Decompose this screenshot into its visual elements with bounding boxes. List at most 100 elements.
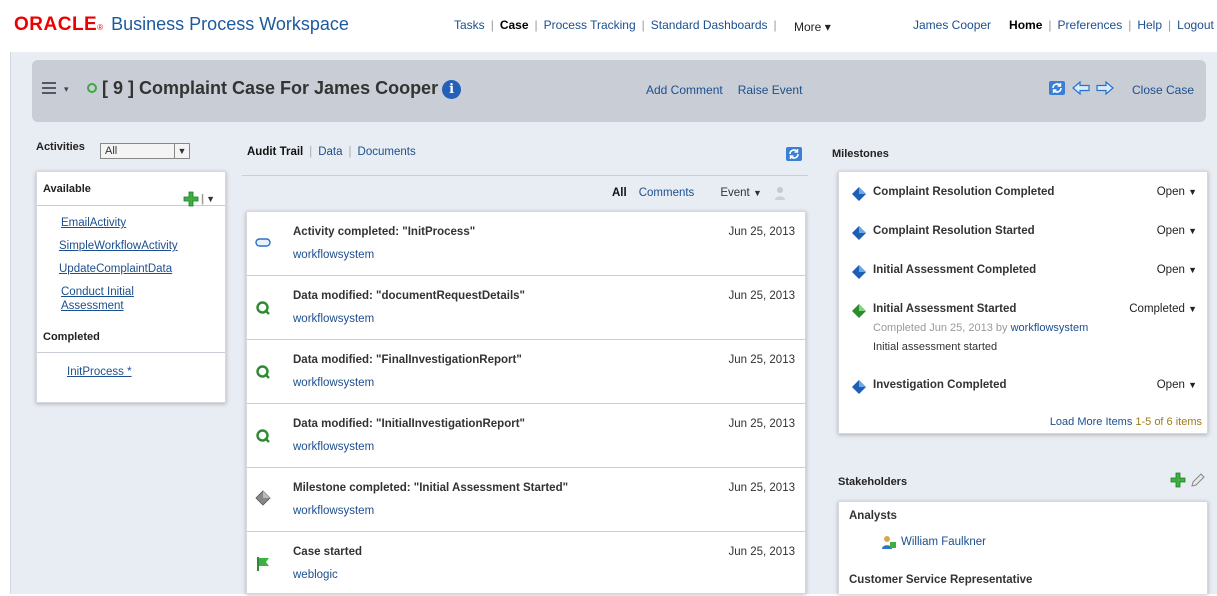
stakeholder-tools — [1170, 472, 1206, 488]
tab-documents[interactable]: Documents — [358, 146, 416, 158]
audit-row[interactable]: Activity completed: "InitProcess" workfl… — [247, 212, 805, 276]
milestone-row: Investigation Completed Open ▼ — [851, 379, 1197, 395]
menu-icon[interactable] — [42, 82, 56, 94]
milestone-status-dropdown[interactable]: Open ▼ — [1157, 186, 1197, 198]
case-title: [ 9 ] Complaint Case For James Cooper i — [102, 78, 462, 99]
audit-date: Jun 25, 2013 — [728, 482, 795, 494]
nav-logout[interactable]: Logout — [1177, 18, 1214, 32]
chevron-down-icon[interactable]: ▾ — [64, 84, 69, 95]
audit-user[interactable]: workflowsystem — [293, 505, 374, 517]
add-comment-link[interactable]: Add Comment — [646, 83, 723, 97]
user-name[interactable]: James Cooper — [913, 18, 991, 32]
audit-row[interactable]: Data modified: "FinalInvestigationReport… — [247, 340, 805, 404]
raise-event-link[interactable]: Raise Event — [738, 83, 803, 97]
audit-user[interactable]: workflowsystem — [293, 377, 374, 389]
activities-filter-select[interactable]: All ▼ — [100, 143, 190, 159]
audit-title: Case started — [293, 546, 363, 558]
oracle-logo: ORACLE — [14, 14, 98, 35]
data-modified-icon — [256, 365, 270, 379]
nav-standard-dashboards[interactable]: Standard Dashboards — [651, 18, 768, 32]
audit-user[interactable]: workflowsystem — [293, 441, 374, 453]
top-bar: ORACLE ® Business Process Workspace Tasks… — [0, 0, 1217, 52]
milestone-row: Initial Assessment Completed Open ▼ — [851, 264, 1197, 280]
close-case-link[interactable]: Close Case — [1132, 83, 1194, 97]
refresh-icon[interactable] — [785, 146, 803, 162]
milestone-status-dropdown[interactable]: Completed ▼ — [1129, 303, 1197, 315]
milestone-icon — [255, 490, 271, 506]
milestone-detail: Completed Jun 25, 2013 by workflowsystem — [873, 322, 1088, 334]
activities-panel: Available | ▼ EmailActivity SimpleWorkfl… — [36, 171, 226, 403]
audit-row[interactable]: Case started weblogic Jun 25, 2013 — [247, 532, 805, 596]
milestone-status: Open — [1156, 186, 1185, 198]
milestone-name: Initial Assessment Started — [873, 303, 1017, 315]
milestone-status: Completed — [1129, 303, 1185, 315]
arrow-right-icon[interactable] — [1096, 81, 1114, 95]
nav-process-tracking[interactable]: Process Tracking — [544, 18, 636, 32]
activity-email[interactable]: EmailActivity — [61, 216, 225, 230]
milestone-status: Open — [1156, 379, 1185, 391]
flag-icon — [257, 557, 269, 571]
filter-comments[interactable]: Comments — [639, 187, 695, 199]
nav-preferences[interactable]: Preferences — [1058, 18, 1123, 32]
user-filter-icon[interactable] — [774, 185, 788, 201]
app-title: Business Process Workspace — [111, 14, 349, 34]
chevron-down-icon: ▼ — [1188, 226, 1197, 236]
edit-icon[interactable] — [1190, 472, 1206, 488]
milestone-name: Investigation Completed — [873, 379, 1007, 391]
audit-title: Data modified: "InitialInvestigationRepo… — [293, 418, 525, 430]
audit-user[interactable]: weblogic — [293, 569, 338, 581]
data-modified-icon — [256, 429, 270, 443]
activity-simple-workflow[interactable]: SimpleWorkflowActivity — [59, 239, 225, 253]
stakeholder-group: Analysts — [849, 510, 897, 522]
audit-user[interactable]: workflowsystem — [293, 249, 374, 261]
milestone-status-dropdown[interactable]: Open ▼ — [1157, 225, 1197, 237]
milestones-panel: Complaint Resolution Completed Open ▼ Co… — [838, 171, 1208, 434]
filter-all[interactable]: All — [612, 187, 627, 199]
case-actions: Add Comment Raise Event — [646, 83, 802, 97]
available-header: Available | ▼ — [37, 172, 225, 207]
audit-trail-panel: Activity completed: "InitProcess" workfl… — [246, 211, 806, 594]
user-icon — [882, 536, 896, 549]
tab-data[interactable]: Data — [318, 146, 342, 158]
nav-help[interactable]: Help — [1137, 18, 1162, 32]
arrow-left-icon[interactable] — [1072, 81, 1090, 95]
milestone-status-dropdown[interactable]: Open ▼ — [1157, 379, 1197, 391]
add-activity-button[interactable]: | ▼ — [183, 182, 215, 216]
audit-title: Milestone completed: "Initial Assessment… — [293, 482, 569, 494]
audit-row[interactable]: Data modified: "documentRequestDetails" … — [247, 276, 805, 340]
audit-row[interactable]: Data modified: "InitialInvestigationRepo… — [247, 404, 805, 468]
milestone-row: Complaint Resolution Started Open ▼ — [851, 225, 1197, 241]
audit-tabs: Audit Trail | Data | Documents — [247, 146, 416, 158]
milestone-status-dropdown[interactable]: Open ▼ — [1157, 264, 1197, 276]
activity-update-complaint-data[interactable]: UpdateComplaintData — [59, 262, 225, 276]
stakeholder-name: William Faulkner — [901, 536, 986, 548]
chevron-down-icon: ▾ — [824, 20, 831, 34]
chevron-down-icon: ▼ — [1188, 265, 1197, 275]
case-tools — [1048, 80, 1114, 96]
load-more-link[interactable]: Load More Items — [1050, 416, 1133, 428]
audit-row[interactable]: Milestone completed: "Initial Assessment… — [247, 468, 805, 532]
nav-tasks[interactable]: Tasks — [454, 18, 485, 32]
activity-init-process[interactable]: InitProcess * — [67, 365, 225, 379]
completed-header: Completed — [37, 321, 225, 353]
activity-conduct-initial-assessment[interactable]: Conduct Initial Assessment — [61, 285, 171, 313]
milestone-name: Initial Assessment Completed — [873, 264, 1037, 276]
filter-event[interactable]: Event ▼ — [720, 187, 762, 199]
stakeholder-group: Customer Service Representative — [849, 574, 1033, 586]
stakeholder-member[interactable]: William Faulkner — [881, 534, 986, 550]
refresh-icon[interactable] — [1048, 80, 1066, 96]
milestone-detail-user[interactable]: workflowsystem — [1011, 322, 1089, 334]
audit-date: Jun 25, 2013 — [728, 354, 795, 366]
nav-home[interactable]: Home — [1009, 18, 1042, 32]
tab-audit-trail[interactable]: Audit Trail — [247, 146, 303, 158]
nav-case[interactable]: Case — [500, 18, 529, 32]
milestone-row: Initial Assessment Started Completed ▼ C… — [851, 303, 1197, 359]
audit-title: Data modified: "FinalInvestigationReport… — [293, 354, 522, 366]
audit-user[interactable]: workflowsystem — [293, 313, 374, 325]
chevron-down-icon: ▼ — [174, 144, 189, 158]
add-stakeholder-icon[interactable] — [1170, 472, 1186, 488]
case-title-text: [ 9 ] Complaint Case For James Cooper — [102, 78, 439, 98]
milestone-note: Initial assessment started — [873, 341, 998, 353]
more-menu[interactable]: More ▾ — [794, 20, 831, 34]
info-icon[interactable]: i — [442, 80, 462, 99]
